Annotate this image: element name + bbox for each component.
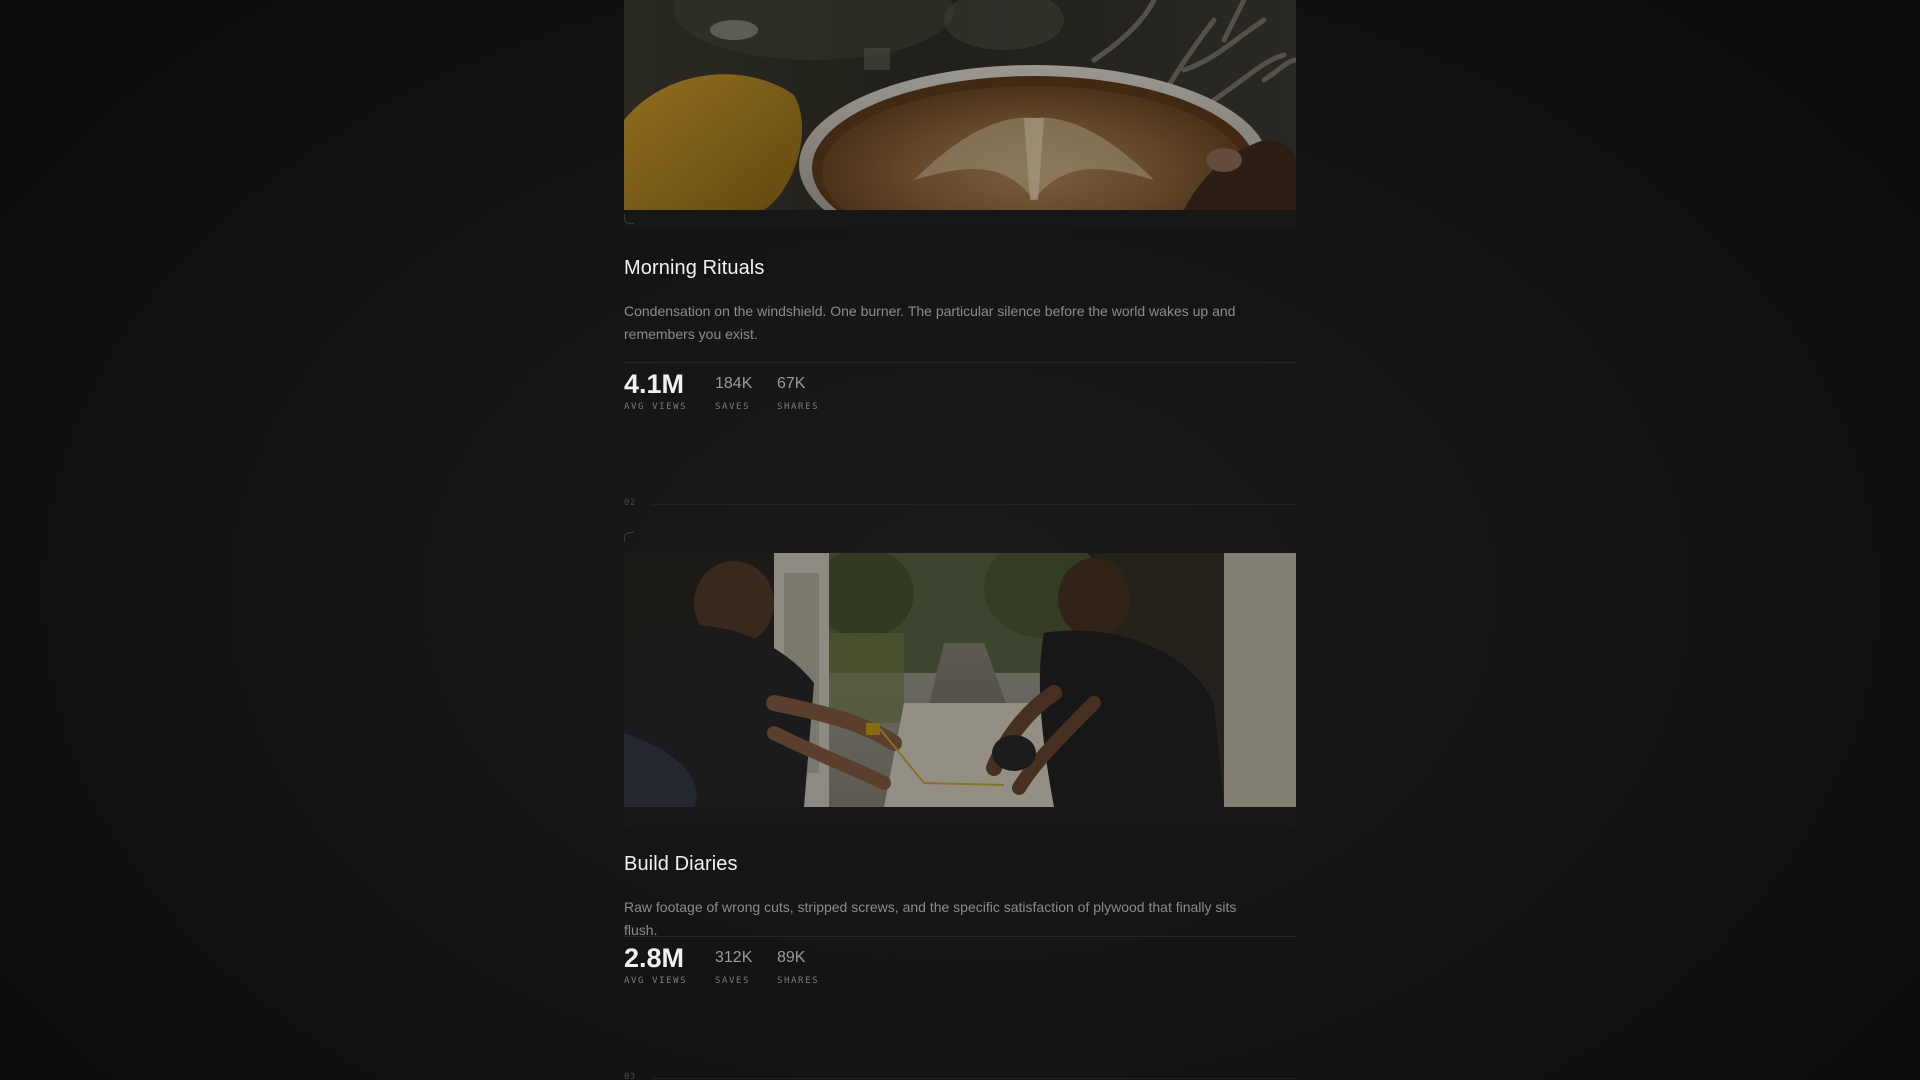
series-index-number: 02 [624,498,636,508]
stat-avg-views: 2.8M AVG VIEWS [624,943,687,986]
stat-saves-value: 184K [715,375,753,392]
stats-divider [624,362,1296,363]
stat-shares-value: 89K [777,949,806,966]
series-index-divider: 02 [624,498,1296,510]
stat-saves-label: SAVES [715,976,751,986]
stat-avg-views: 4.1M AVG VIEWS [624,369,687,412]
stats-divider [624,936,1296,937]
series-title: Build Diaries [624,853,738,875]
stat-avg-views-label: AVG VIEWS [624,402,688,412]
index-rule [652,504,1296,505]
stat-shares-value: 67K [777,375,806,392]
series-thumbnail-morning-rituals[interactable] [624,0,1296,210]
corner-mark [624,532,634,542]
index-rule [652,1078,1296,1079]
stat-avg-views-value: 4.1M [624,369,685,399]
stat-saves-value: 312K [715,949,753,966]
series-title: Morning Rituals [624,257,765,279]
series-index-number: 03 [624,1072,636,1080]
series-thumbnail-build-diaries[interactable] [624,553,1296,807]
stat-shares-label: SHARES [777,976,820,986]
stat-avg-views-label: AVG VIEWS [624,976,688,986]
series-description: Condensation on the windshield. One burn… [624,303,1236,342]
coffee-latte-photo [624,0,1296,210]
stat-shares: 67K SHARES [777,369,819,412]
stat-shares: 89K SHARES [777,943,819,986]
stat-shares-label: SHARES [777,402,820,412]
corner-mark [624,214,634,224]
stat-avg-views-value: 2.8M [624,943,685,973]
stat-saves: 184K SAVES [715,369,752,412]
stat-saves: 312K SAVES [715,943,752,986]
van-build-photo [624,553,1296,807]
series-index-divider: 03 [624,1072,1296,1080]
stat-saves-label: SAVES [715,402,751,412]
